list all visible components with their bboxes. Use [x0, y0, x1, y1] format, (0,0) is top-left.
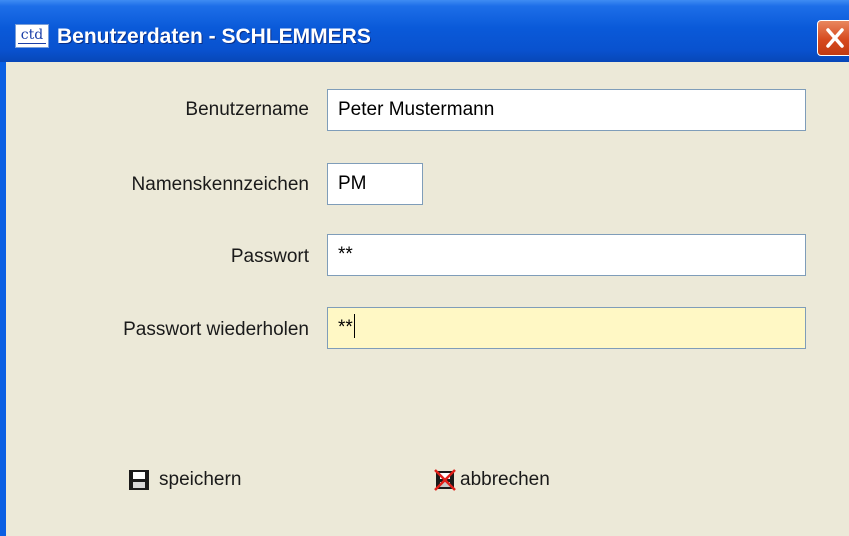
- repeat-password-field[interactable]: **: [327, 307, 806, 349]
- password-field[interactable]: **: [327, 234, 806, 276]
- repeat-password-value: **: [338, 317, 353, 338]
- save-button[interactable]: speichern: [129, 465, 241, 495]
- username-field[interactable]: Peter Mustermann: [327, 89, 806, 131]
- username-label: Benutzername: [185, 99, 309, 120]
- cancel-button-label: abbrechen: [460, 469, 550, 490]
- close-button[interactable]: [817, 20, 849, 56]
- repeat-password-label: Passwort wiederholen: [123, 319, 309, 340]
- close-icon: [826, 28, 844, 48]
- initials-label: Namenskennzeichen: [131, 174, 309, 195]
- floppy-disk-icon: [129, 470, 149, 490]
- initials-field[interactable]: PM: [327, 163, 423, 205]
- save-button-label: speichern: [159, 469, 242, 490]
- app-icon[interactable]: ctd: [15, 24, 49, 48]
- cancel-button[interactable]: abbrechen: [434, 465, 550, 495]
- password-label: Passwort: [230, 246, 309, 267]
- cancel-icon: [434, 469, 456, 491]
- title-bar[interactable]: ctd Benutzerdaten - SCHLEMMERS: [0, 0, 849, 62]
- text-caret: [353, 313, 355, 338]
- dialog-body: Benutzername Peter Mustermann Namenskenn…: [6, 62, 849, 536]
- window-title: Benutzerdaten - SCHLEMMERS: [57, 25, 371, 48]
- dialog-window: ctd Benutzerdaten - SCHLEMMERS Benutzern…: [0, 0, 849, 536]
